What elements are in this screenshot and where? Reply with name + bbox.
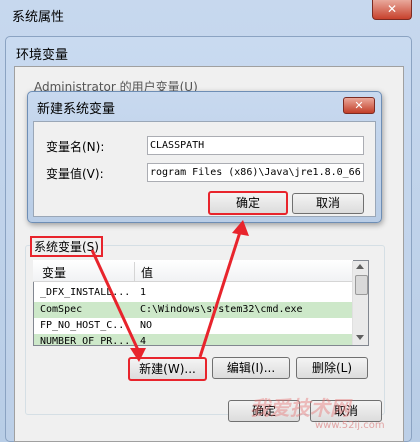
- dialog-title: 新建系统变量: [37, 102, 116, 117]
- close-button[interactable]: ✕: [372, 0, 412, 20]
- scroll-thumb[interactable]: [355, 275, 368, 295]
- window-title: 系统属性: [12, 10, 65, 25]
- watermark: 我爱技术网: [250, 396, 350, 420]
- row-name: FP_NO_HOST_C...: [40, 320, 131, 331]
- variable-name-label: 变量名(N):: [46, 140, 105, 154]
- row-value: NO: [140, 320, 153, 331]
- edit-variable-button[interactable]: 编辑(I)...: [212, 357, 290, 379]
- dialog-cancel-button[interactable]: 取消: [292, 193, 364, 214]
- variable-name-input[interactable]: CLASSPATH: [147, 136, 364, 155]
- row-name: ComSpec: [40, 304, 83, 315]
- variable-value-input[interactable]: rogram Files (x86)\Java\jre1.8.0_66: [147, 163, 364, 182]
- list-header: [33, 260, 353, 282]
- vertical-scrollbar[interactable]: [352, 261, 368, 345]
- row-value: 4: [140, 336, 147, 345]
- new-variable-button[interactable]: 新建(W)...: [128, 357, 207, 381]
- row-name: _DFX_INSTALL...: [40, 287, 131, 298]
- watermark-url: www.52ij.com: [315, 420, 385, 431]
- system-vars-label: 系统变量(S): [30, 236, 103, 257]
- delete-variable-button[interactable]: 删除(L): [296, 357, 368, 379]
- dialog-title: 环境变量: [16, 48, 69, 63]
- row-value: C:\Windows\system32\cmd.exe: [140, 304, 303, 315]
- table-row[interactable]: _DFX_INSTALL... 1: [34, 285, 352, 301]
- row-value: 1: [140, 287, 147, 298]
- table-row[interactable]: NUMBER_OF_PR... 4: [34, 334, 352, 345]
- column-header-name[interactable]: 变量: [42, 264, 66, 281]
- close-button[interactable]: ✕: [343, 97, 375, 114]
- dialog-ok-button[interactable]: 确定: [208, 191, 288, 215]
- scroll-up-icon[interactable]: [356, 264, 364, 269]
- row-name: NUMBER_OF_PR...: [40, 336, 131, 345]
- table-row[interactable]: FP_NO_HOST_C... NO: [34, 318, 352, 334]
- table-row[interactable]: ComSpec C:\Windows\system32\cmd.exe: [34, 302, 352, 318]
- scroll-down-icon[interactable]: [356, 335, 364, 340]
- column-header-value[interactable]: 值: [141, 264, 153, 281]
- variable-value-label: 变量值(V):: [46, 167, 104, 181]
- column-divider: [134, 262, 135, 282]
